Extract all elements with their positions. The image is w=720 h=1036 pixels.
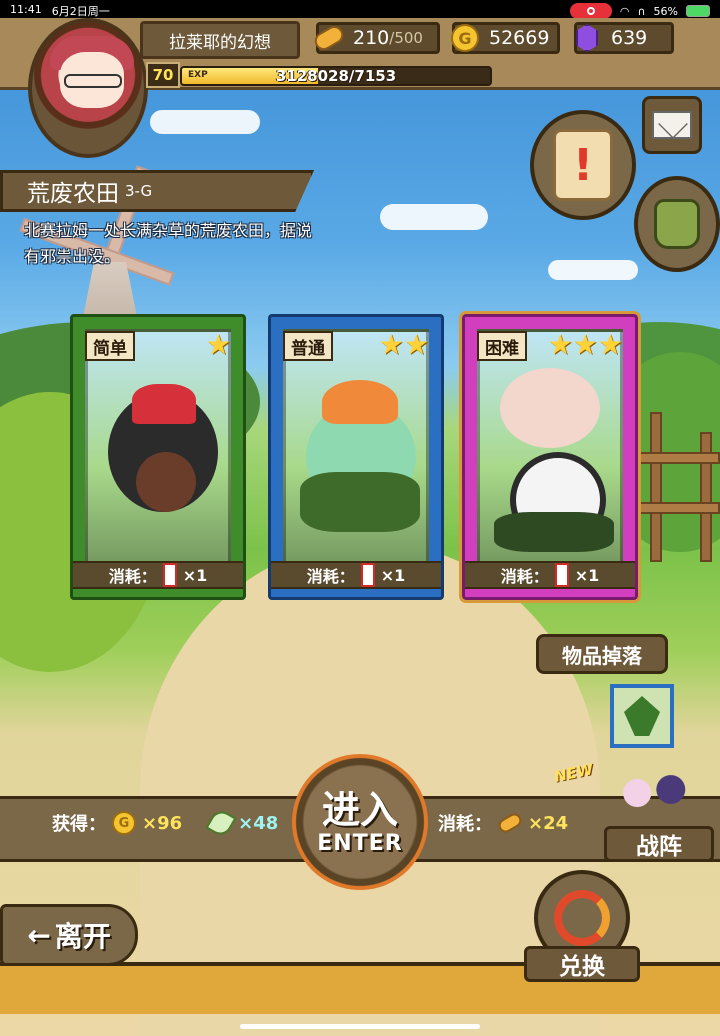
character-bandana: [132, 384, 196, 424]
feather-icon: [205, 807, 237, 839]
player-level: 70: [146, 62, 180, 88]
player-avatar[interactable]: [28, 18, 148, 158]
stamina-cost: ×24: [528, 812, 569, 834]
character-leaves: [494, 512, 614, 552]
ticket-cost: 消耗： ×1: [73, 561, 243, 589]
exchange-label: 兑换: [524, 946, 640, 982]
card-art: [283, 329, 429, 583]
mail-button[interactable]: [642, 96, 702, 154]
exchange-button[interactable]: 兑换: [524, 870, 642, 982]
team-label: 战阵: [604, 826, 714, 862]
star-rating: ★★★: [547, 328, 623, 361]
exchange-icon: [554, 890, 610, 946]
consume-label: 消耗：: [438, 814, 492, 835]
reward-gain: 获得： G ×96 ×48: [52, 807, 279, 839]
ticket-icon: [162, 563, 177, 587]
envelope-icon: [652, 111, 692, 139]
headphones-icon: ∩: [637, 4, 646, 18]
stamina-counter[interactable]: 210/500: [311, 21, 440, 55]
herb-leaf-icon: [624, 696, 660, 736]
difficulty-card-hard[interactable]: 困难 ★★★ 消耗： ×1: [459, 311, 641, 603]
wifi-icon: ◠: [619, 4, 630, 18]
difficulty-label: 普通: [283, 331, 333, 361]
stamina-consumption: 消耗： ×24: [438, 810, 568, 836]
gem-icon: [571, 21, 603, 55]
gold-coin-icon: G: [112, 811, 136, 835]
gold-value: 52669: [489, 27, 550, 49]
character-hat: [322, 380, 398, 424]
quest-scroll-icon: !: [553, 129, 613, 201]
stage-code: 3-G: [125, 182, 153, 200]
exp-item-reward: ×48: [238, 812, 279, 834]
item-drop-label: 物品掉落: [536, 634, 668, 674]
cloud: [380, 204, 488, 230]
stage-name: 荒废农田: [27, 181, 119, 207]
enter-button[interactable]: 进入 ENTER: [292, 754, 428, 890]
character-jar: [136, 452, 196, 512]
status-time: 11:41: [10, 3, 42, 16]
ticket-icon: [554, 563, 569, 587]
stamina-value: 210: [353, 27, 390, 49]
bread-icon: [311, 21, 347, 55]
back-arrow-icon: ←: [27, 918, 51, 952]
team-characters-icon: [612, 758, 696, 828]
exp-bar: EXP 3128028/7153: [180, 66, 492, 86]
ticket-icon: [360, 563, 375, 587]
character-leaves: [300, 472, 420, 532]
quest-button[interactable]: !: [530, 110, 636, 220]
ticket-cost: 消耗： ×1: [465, 561, 635, 589]
gain-label: 获得：: [52, 814, 106, 835]
backpack-icon: [654, 199, 700, 249]
difficulty-card-easy[interactable]: 简单 ★ 消耗： ×1: [70, 314, 246, 600]
star-rating: ★★: [378, 328, 429, 361]
difficulty-label: 简单: [85, 331, 135, 361]
stage-title: 荒废农田 3-G: [0, 170, 314, 212]
enter-label-cn: 进入: [321, 787, 398, 832]
cloud: [548, 260, 638, 280]
ticket-cost: 消耗： ×1: [271, 561, 441, 589]
player-name: 拉莱耶的幻想: [140, 21, 300, 59]
gold-counter[interactable]: G 52669: [449, 21, 560, 55]
leave-button[interactable]: ← 离开: [0, 904, 138, 966]
bag-button[interactable]: [634, 176, 720, 272]
enter-label-en: ENTER: [317, 830, 403, 856]
gem-counter[interactable]: 639: [574, 22, 674, 54]
avatar-glasses: [64, 74, 122, 88]
star-rating: ★: [205, 328, 231, 361]
battery-icon: [686, 5, 710, 17]
character-art-top: [500, 368, 600, 448]
home-indicator[interactable]: [240, 1024, 480, 1029]
drop-item-herb[interactable]: [610, 684, 674, 748]
bread-icon: [496, 810, 524, 836]
battery-percent: 56%: [653, 4, 678, 18]
stage-description: 北赛拉姆一处长满杂草的荒废农田，据说有邪祟出没。: [24, 221, 313, 266]
screen-record-icon: [569, 3, 612, 19]
cloud: [150, 110, 260, 134]
difficulty-card-normal[interactable]: 普通 ★★ 消耗： ×1: [268, 314, 444, 600]
gem-value: 639: [611, 27, 648, 49]
leave-label: 离开: [54, 920, 111, 953]
gold-coin-icon: G: [449, 21, 481, 55]
stamina-max: /500: [389, 29, 423, 47]
difficulty-label: 困难: [477, 331, 527, 361]
status-date: 6月2日周一: [51, 5, 110, 18]
wooden-fence: [630, 412, 720, 572]
team-formation-button[interactable]: NEW 战阵: [553, 758, 720, 864]
card-art: [477, 329, 623, 583]
gold-reward: ×96: [142, 812, 183, 834]
exp-text: 3128028/7153: [275, 67, 397, 85]
card-art: [85, 329, 231, 583]
